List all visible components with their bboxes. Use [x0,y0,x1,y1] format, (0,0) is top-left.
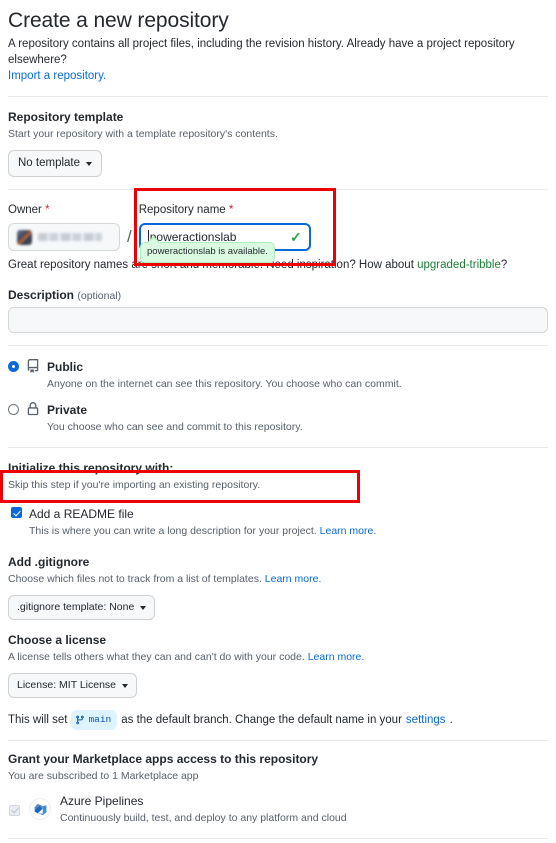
repository-name-label-text: Repository name [138,204,226,216]
license-select-label: License: MIT License [17,679,117,691]
readme-description-text: This is where you can write a long descr… [29,525,317,537]
chevron-down-icon [86,161,93,166]
import-repository-link[interactable]: Import a repository. [8,70,106,82]
azure-pipelines-description: Continuously build, test, and deploy to … [60,812,347,824]
divider-description [8,345,548,346]
repository-template-title: Repository template [8,110,124,124]
gitignore-subtitle-text: Choose which files not to track from a l… [8,573,262,585]
owner-username-redacted [38,233,102,241]
owner-label: Owner * [8,202,120,219]
chevron-down-icon [122,683,129,688]
initialize-section: Initialize this repository with: Skip th… [8,460,548,730]
page-title: Create a new repository [8,9,229,32]
license-title: Choose a license [8,633,107,647]
azure-pipelines-name: Azure Pipelines [60,794,144,808]
availability-tooltip: poweractionslab is available. [140,242,275,263]
marketplace-title: Grant your Marketplace apps access to th… [8,752,319,766]
page-description: A repository contains all project files,… [8,36,548,84]
readme-label: Add a README file [29,507,134,521]
repository-name-required-mark: * [228,204,234,216]
default-branch-suffix: as the default branch. Change the defaul… [121,714,402,726]
divider-marketplace [8,838,548,839]
settings-link[interactable]: settings [406,711,446,729]
radio-private[interactable] [8,404,19,415]
default-branch-note: This will set main as the default branch… [8,710,548,730]
default-branch-period: . [449,714,453,726]
default-branch-name: main [88,714,112,725]
gitignore-learn-more-link[interactable]: Learn more. [265,573,322,585]
repository-name-hint-suffix: ? [500,259,508,271]
page-description-text: A repository contains all project files,… [8,38,515,66]
checkbox-readme[interactable] [11,507,22,518]
visibility-section: Public Anyone on the internet can see th… [8,358,548,435]
owner-label-text: Owner [8,204,42,216]
license-subtitle-text: A license tells others what they can and… [8,651,305,663]
gitignore-template-button[interactable]: .gitignore template: None [8,595,156,620]
chevron-down-icon [140,605,147,610]
repository-name-hint: Great repository names are short and mem… [8,257,548,274]
visibility-option-public[interactable]: Public Anyone on the internet can see th… [8,358,548,392]
gitignore-title: Add .gitignore [8,555,90,569]
git-branch-icon [76,715,85,725]
visibility-public-description: Anyone on the internet can see this repo… [47,378,402,390]
repository-name-label: Repository name * [139,202,311,219]
description-label-text: Description [8,288,75,302]
visibility-option-private[interactable]: Private You choose who can see and commi… [8,401,548,435]
radio-public[interactable] [8,361,19,372]
owner-select[interactable] [8,223,120,251]
divider-template [8,189,548,190]
divider-visibility [8,447,548,448]
license-select-button[interactable]: License: MIT License [8,673,138,698]
owner-name-row: Owner * / Repository name * poweractions… [8,202,548,251]
repository-template-section: Repository template Start your repositor… [8,109,548,177]
divider-header [8,96,548,97]
template-select-button[interactable]: No template [8,150,103,177]
visibility-private-name: Private [47,403,88,417]
initialize-subtitle: Skip this step if you're importing an ex… [8,479,261,491]
marketplace-subtitle: You are subscribed to 1 Marketplace app [8,770,199,782]
initialize-title: Initialize this repository with: [8,461,174,475]
repository-template-subtitle: Start your repository with a template re… [8,128,278,140]
visibility-public-name: Public [47,360,84,374]
gitignore-block: Add .gitignore Choose which files not to… [8,554,548,620]
repo-icon [26,359,40,378]
readme-option[interactable]: Add a README file This is where you can … [8,502,548,542]
gitignore-subtitle: Choose which files not to track from a l… [8,572,548,587]
visibility-public-text: Public Anyone on the internet can see th… [47,358,402,392]
create-repository-page: Create a new repository A repository con… [0,8,556,843]
checkbox-azure-pipelines [9,804,20,816]
owner-field: Owner * [8,202,120,251]
readme-text: Add a README file This is where you can … [29,505,376,539]
readme-learn-more-link[interactable]: Learn more. [320,525,377,537]
avatar [17,229,32,245]
default-branch-prefix: This will set [8,714,68,726]
check-icon: ✓ [290,229,302,245]
lock-icon [26,402,40,421]
marketplace-app-row[interactable]: Azure Pipelines Continuously build, test… [8,792,548,826]
azure-pipelines-text: Azure Pipelines Continuously build, test… [60,792,347,826]
license-block: Choose a license A license tells others … [8,632,548,698]
template-select-label: No template [18,157,81,169]
marketplace-section: Grant your Marketplace apps access to th… [8,751,548,826]
license-subtitle: A license tells others what they can and… [8,650,548,665]
suggested-name-link[interactable]: upgraded-tribble [417,259,501,271]
default-branch-badge: main [71,710,118,730]
owner-name-separator: / [127,227,132,246]
readme-description: This is where you can write a long descr… [29,524,376,539]
license-learn-more-link[interactable]: Learn more. [308,651,365,663]
owner-required-mark: * [45,204,50,216]
visibility-private-text: Private You choose who can see and commi… [47,401,303,435]
description-optional-label: (optional) [77,290,122,302]
visibility-private-description: You choose who can see and commit to thi… [47,421,303,433]
azure-pipelines-icon [29,798,51,820]
gitignore-template-label: .gitignore template: None [17,601,135,613]
description-input[interactable] [8,307,548,333]
divider-initialize [8,740,548,741]
description-label: Description (optional) [8,288,548,302]
